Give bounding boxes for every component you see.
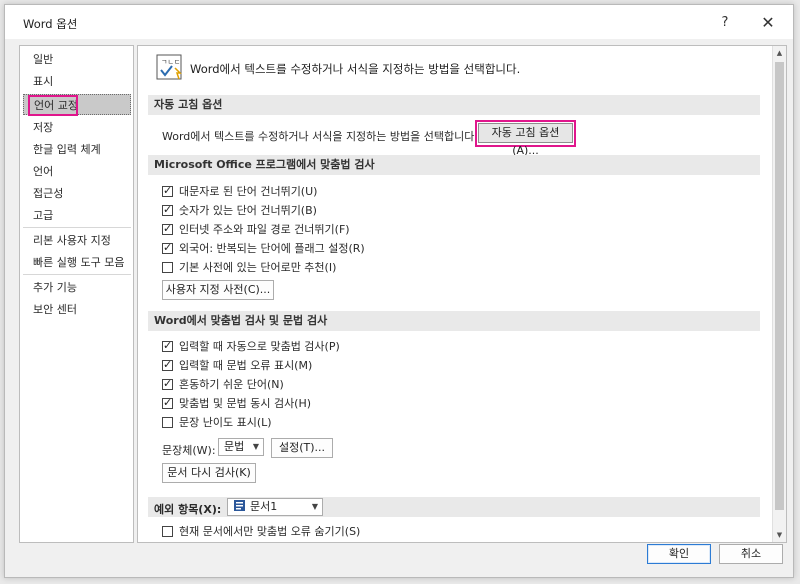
- sidebar-item-save[interactable]: 저장: [23, 117, 131, 138]
- section-autocorrect: 자동 고침 옵션: [148, 95, 760, 115]
- autocorrect-description: Word에서 텍스트를 수정하거나 서식을 지정하는 방법을 선택합니다.: [162, 130, 478, 143]
- checkbox-label: 기본 사전에 있는 단어로만 추천(I): [179, 261, 337, 274]
- exceptions-document-select[interactable]: 문서1 ▼: [227, 498, 323, 516]
- checkbox-icon[interactable]: [162, 202, 173, 218]
- abc-check-icon: ㄱㄴㄷ: [156, 54, 182, 80]
- cancel-button[interactable]: 취소: [719, 544, 783, 564]
- checkbox-icon[interactable]: [162, 376, 173, 392]
- title-bar: Word 옵션 ? ✕: [5, 5, 793, 39]
- sidebar-divider: [23, 274, 131, 275]
- checkbox-icon[interactable]: [162, 526, 173, 537]
- checkbox-icon[interactable]: [162, 338, 173, 354]
- checkbox-icon[interactable]: [162, 240, 173, 256]
- checkbox-ignore-numbers[interactable]: 숫자가 있는 단어 건너뛰기(B): [162, 202, 317, 219]
- sidebar-item-trust-center[interactable]: 보안 센터: [23, 299, 131, 320]
- checkbox-label: 혼동하기 쉬운 단어(N): [179, 378, 284, 391]
- ok-button[interactable]: 확인: [647, 544, 711, 564]
- checkbox-label: 문장 난이도 표시(L): [179, 416, 272, 429]
- checkbox-label: 대문자로 된 단어 건너뛰기(U): [179, 185, 318, 198]
- vertical-scrollbar[interactable]: ▲ ▼: [772, 46, 786, 542]
- custom-dictionaries-button[interactable]: 사용자 지정 사전(C)...: [162, 280, 274, 300]
- checkbox-label: 외국어: 반복되는 단어에 플래그 설정(R): [179, 242, 365, 255]
- checkbox-main-dictionary-only[interactable]: 기본 사전에 있는 단어로만 추천(I): [162, 260, 336, 276]
- page-header: Word에서 텍스트를 수정하거나 서식을 지정하는 방법을 선택합니다.: [190, 62, 521, 76]
- close-icon[interactable]: ✕: [757, 13, 779, 33]
- checkbox-label: 입력할 때 자동으로 맞춤법 검사(P): [179, 340, 340, 353]
- word-options-dialog: Word 옵션 ? ✕ 일반 표시 언어 교정 저장 한글 입력 체계 언어 접…: [4, 4, 794, 578]
- scroll-up-icon[interactable]: ▲: [773, 46, 786, 60]
- sidebar-item-quick-access[interactable]: 빠른 실행 도구 모음: [23, 252, 131, 273]
- section-office-spelling: Microsoft Office 프로그램에서 맞춤법 검사: [148, 155, 760, 175]
- checkbox-ignore-uppercase[interactable]: 대문자로 된 단어 건너뛰기(U): [162, 183, 318, 200]
- checkbox-icon[interactable]: [162, 262, 173, 273]
- checkbox-check-spelling-as-type[interactable]: 입력할 때 자동으로 맞춤법 검사(P): [162, 338, 340, 355]
- recheck-document-button[interactable]: 문서 다시 검사(K): [162, 463, 256, 483]
- svg-text:ㄱㄴㄷ: ㄱㄴㄷ: [161, 58, 180, 66]
- checkbox-ignore-internet-paths[interactable]: 인터넷 주소와 파일 경로 건너뛰기(F): [162, 221, 350, 238]
- writing-style-select[interactable]: 문법 ▼: [218, 438, 264, 456]
- sidebar-divider: [23, 227, 131, 228]
- exceptions-label: 예외 항목(X):: [154, 503, 222, 516]
- scroll-down-icon[interactable]: ▼: [773, 528, 786, 542]
- checkbox-label: 현재 문서에서만 맞춤법 오류 숨기기(S): [179, 525, 361, 538]
- checkbox-label: 인터넷 주소와 파일 경로 건너뛰기(F): [179, 223, 350, 236]
- proofing-content-pane: ㄱㄴㄷ Word에서 텍스트를 수정하거나 서식을 지정하는 방법을 선택합니다…: [137, 45, 787, 543]
- sidebar-item-display[interactable]: 표시: [23, 71, 131, 92]
- checkbox-icon[interactable]: [162, 183, 173, 199]
- options-sidebar: 일반 표시 언어 교정 저장 한글 입력 체계 언어 접근성 고급 리본 사용자…: [19, 45, 134, 543]
- sidebar-item-general[interactable]: 일반: [23, 49, 131, 70]
- checkbox-hide-spelling-errors[interactable]: 현재 문서에서만 맞춤법 오류 숨기기(S): [162, 524, 360, 540]
- checkbox-icon[interactable]: [162, 357, 173, 373]
- checkbox-icon[interactable]: [162, 417, 173, 428]
- selection-highlight: [28, 95, 78, 116]
- writing-style-label: 문장체(W):: [162, 444, 216, 457]
- sidebar-item-customize-ribbon[interactable]: 리본 사용자 지정: [23, 230, 131, 251]
- window-title: Word 옵션: [23, 17, 78, 31]
- exceptions-document-value: 문서1: [250, 500, 278, 513]
- scroll-thumb[interactable]: [775, 62, 784, 510]
- checkbox-flag-repeated-words[interactable]: 외국어: 반복되는 단어에 플래그 설정(R): [162, 240, 365, 257]
- sidebar-item-korean-input[interactable]: 한글 입력 체계: [23, 139, 131, 160]
- checkbox-icon[interactable]: [162, 221, 173, 237]
- checkbox-mark-grammar-errors[interactable]: 입력할 때 문법 오류 표시(M): [162, 357, 313, 374]
- help-icon[interactable]: ?: [715, 13, 735, 33]
- sidebar-item-advanced[interactable]: 고급: [23, 205, 131, 226]
- sidebar-item-language[interactable]: 언어: [23, 161, 131, 182]
- checkbox-confusable-words[interactable]: 혼동하기 쉬운 단어(N): [162, 376, 284, 393]
- sidebar-item-proofing[interactable]: 언어 교정: [23, 94, 131, 116]
- sidebar-item-addins[interactable]: 추가 기능: [23, 277, 131, 298]
- checkbox-spelling-with-grammar[interactable]: 맞춤법 및 문법 동시 검사(H): [162, 395, 312, 412]
- checkbox-readability-stats[interactable]: 문장 난이도 표시(L): [162, 415, 272, 431]
- autocorrect-options-button[interactable]: 자동 고침 옵션(A)...: [478, 123, 573, 157]
- checkbox-icon[interactable]: [162, 395, 173, 411]
- checkbox-label: 맞춤법 및 문법 동시 검사(H): [179, 397, 312, 410]
- document-icon: [234, 500, 245, 511]
- section-word-grammar: Word에서 맞춤법 검사 및 문법 검사: [148, 311, 760, 331]
- checkbox-label: 숫자가 있는 단어 건너뛰기(B): [179, 204, 317, 217]
- checkbox-label: 입력할 때 문법 오류 표시(M): [179, 359, 313, 372]
- chevron-down-icon: ▼: [311, 502, 318, 511]
- settings-button[interactable]: 설정(T)...: [271, 438, 333, 458]
- sidebar-item-accessibility[interactable]: 접근성: [23, 183, 131, 204]
- writing-style-value: 문법: [224, 440, 245, 453]
- chevron-down-icon: ▼: [252, 442, 259, 451]
